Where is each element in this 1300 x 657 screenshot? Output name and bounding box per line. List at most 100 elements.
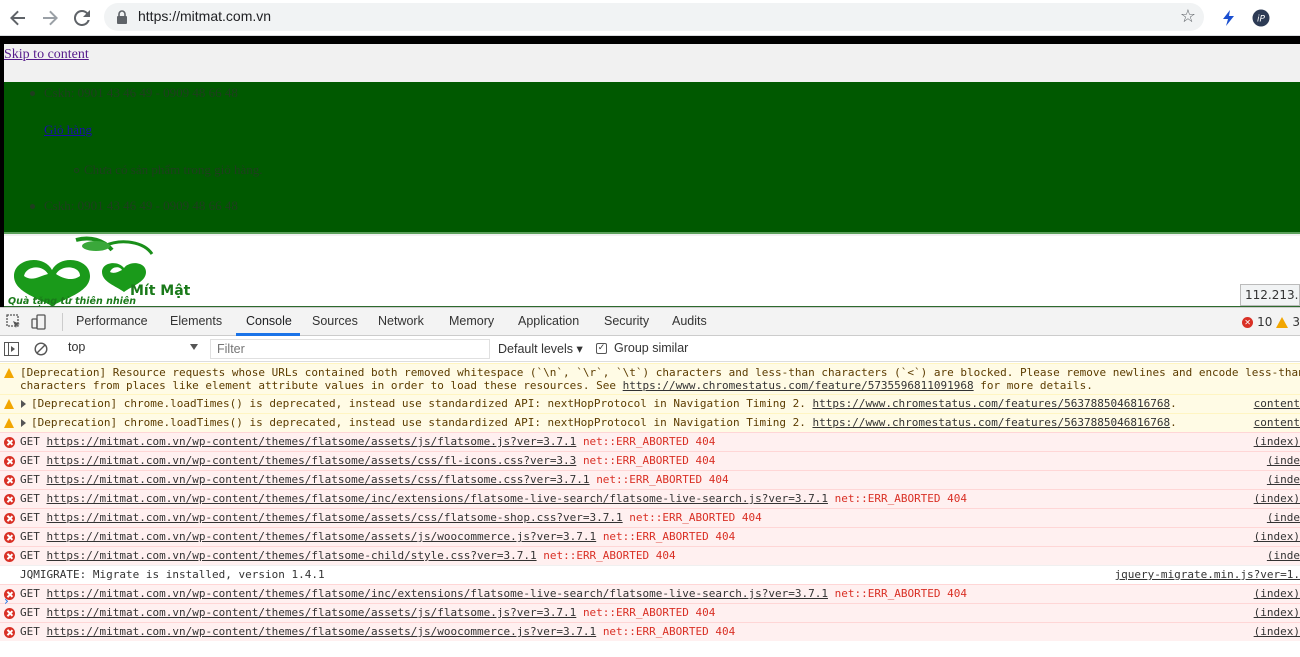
page-content: Skip to content Cskh: 0901 43 46 49 - 09… (4, 44, 1300, 307)
sidebar-toggle-icon[interactable] (4, 342, 19, 356)
console-source-link[interactable]: (index) (1247, 492, 1300, 505)
tab-memory[interactable]: Memory (449, 314, 494, 328)
console-error-status: net::ERR_ABORTED 404 (602, 625, 736, 638)
lock-icon (117, 10, 127, 24)
console-source-link[interactable]: (index) (1247, 606, 1300, 619)
console-request-url[interactable]: https://mitmat.com.vn/wp-content/themes/… (47, 625, 597, 638)
console-source-link[interactable]: (index) (1247, 530, 1300, 543)
console-message-link[interactable]: https://www.chromestatus.com/feature/573… (623, 379, 974, 392)
console-error-status: net::ERR_ABORTED 404 (543, 549, 676, 562)
log-levels-label: Default levels (498, 342, 574, 356)
error-icon (4, 437, 15, 448)
console-source-link[interactable]: (inde (1260, 454, 1300, 467)
device-toolbar-icon[interactable] (31, 314, 47, 330)
list-bullet (74, 168, 79, 173)
console-warning-row: [Deprecation] chrome.loadTimes() is depr… (0, 413, 1300, 432)
expand-triangle-icon[interactable] (21, 400, 26, 408)
console-message-text: GET https://mitmat.com.vn/wp-content/the… (20, 549, 676, 562)
console-source-link[interactable]: (inde (1260, 549, 1300, 562)
tab-network[interactable]: Network (378, 314, 424, 328)
console-message-text: [Deprecation] chrome.loadTimes() is depr… (31, 397, 1177, 410)
console-log-row: JQMIGRATE: Migrate is installed, version… (0, 565, 1300, 584)
console-message-text: GET https://mitmat.com.vn/wp-content/the… (20, 530, 736, 543)
console-filter-input[interactable] (210, 339, 490, 359)
error-icon (4, 551, 15, 562)
console-message-text: characters from places like element attr… (20, 379, 1093, 392)
lightning-extension-icon[interactable] (1219, 8, 1239, 28)
console-request-url[interactable]: https://mitmat.com.vn/wp-content/themes/… (47, 435, 577, 448)
console-source-link[interactable]: jquery-migrate.min.js?ver=1. (1108, 568, 1300, 581)
tab-elements[interactable]: Elements (170, 314, 222, 328)
expand-triangle-icon[interactable] (21, 419, 26, 427)
group-similar-checkbox[interactable]: ✓ (596, 343, 607, 354)
warning-icon (4, 368, 14, 378)
console-source-link[interactable]: (inde (1260, 473, 1300, 486)
bookmark-star-icon[interactable]: ☆ (1180, 6, 1196, 27)
warning-count: 3 (1292, 315, 1300, 329)
warning-icon (4, 418, 14, 428)
page-viewport: Skip to content Cskh: 0901 43 46 49 - 09… (0, 36, 1300, 307)
address-bar[interactable]: https://mitmat.com.vn ☆ (104, 3, 1204, 31)
console-request-url[interactable]: https://mitmat.com.vn/wp-content/themes/… (47, 492, 828, 505)
console-error-row: GET https://mitmat.com.vn/wp-content/the… (0, 508, 1300, 527)
clear-console-icon[interactable] (34, 342, 48, 356)
warning-icon (4, 399, 14, 409)
console-source-link[interactable]: (inde (1260, 511, 1300, 524)
skip-to-content-link[interactable]: Skip to content (4, 47, 89, 63)
console-source-link[interactable]: (index) (1247, 587, 1300, 600)
caret-down-icon (190, 344, 198, 350)
console-message-text: GET https://mitmat.com.vn/wp-content/the… (20, 625, 736, 638)
console-source-link[interactable]: (index) (1247, 435, 1300, 448)
back-button[interactable] (6, 6, 30, 30)
console-message-link[interactable]: https://www.chromestatus.com/features/56… (812, 416, 1170, 429)
console-message-text: GET https://mitmat.com.vn/wp-content/the… (20, 587, 968, 600)
console-request-url[interactable]: https://mitmat.com.vn/wp-content/themes/… (47, 606, 577, 619)
ip-address-badge: 112.213.89 (1240, 284, 1300, 306)
issue-counts[interactable]: ✕ 10 3 (1242, 315, 1300, 329)
inspect-element-icon[interactable] (6, 314, 22, 330)
error-icon (4, 532, 15, 543)
console-error-status: net::ERR_ABORTED 404 (582, 454, 716, 467)
console-error-status: net::ERR_ABORTED 404 (602, 530, 736, 543)
group-similar-label: Group similar (614, 341, 689, 355)
error-count-icon: ✕ (1242, 316, 1254, 328)
tab-performance[interactable]: Performance (76, 314, 148, 328)
error-icon (4, 456, 15, 467)
console-source-link[interactable]: content (1247, 397, 1300, 410)
tab-application[interactable]: Application (518, 314, 579, 328)
ip-extension-icon[interactable]: iP (1251, 8, 1271, 28)
console-error-status: net::ERR_ABORTED 404 (582, 435, 716, 448)
console-request-url[interactable]: https://mitmat.com.vn/wp-content/themes/… (47, 549, 537, 562)
error-icon (4, 475, 15, 486)
console-message-link[interactable]: https://www.chromestatus.com/features/56… (812, 397, 1170, 410)
console-message-text: [Deprecation] Resource requests whose UR… (20, 366, 1300, 379)
forward-button[interactable] (38, 6, 62, 30)
tab-sources[interactable]: Sources (312, 314, 358, 328)
console-request-url[interactable]: https://mitmat.com.vn/wp-content/themes/… (47, 511, 623, 524)
console-source-link[interactable]: content (1247, 416, 1300, 429)
svg-text:Mít Mật: Mít Mật (130, 283, 191, 299)
console-error-row: GET https://mitmat.com.vn/wp-content/the… (0, 432, 1300, 451)
cart-link[interactable]: Giỏ hàng (44, 122, 92, 138)
mitmat-logo[interactable]: Mít Mật Quà tặng từ thiên nhiên (4, 236, 209, 306)
context-value: top (68, 340, 86, 354)
console-error-row: GET https://mitmat.com.vn/wp-content/the… (0, 584, 1300, 603)
console-message-text: GET https://mitmat.com.vn/wp-content/the… (20, 492, 968, 505)
log-levels-dropdown[interactable]: Default levels ▾ (498, 341, 583, 356)
console-error-row: GET https://mitmat.com.vn/wp-content/the… (0, 470, 1300, 489)
console-error-row: GET https://mitmat.com.vn/wp-content/the… (0, 489, 1300, 508)
tab-console[interactable]: Console (246, 314, 292, 328)
console-request-url[interactable]: https://mitmat.com.vn/wp-content/themes/… (47, 530, 597, 543)
context-selector[interactable]: top (62, 340, 202, 358)
tab-audits[interactable]: Audits (672, 314, 707, 328)
console-message-text: [Deprecation] chrome.loadTimes() is depr… (31, 416, 1177, 429)
reload-button[interactable] (70, 6, 94, 30)
console-request-url[interactable]: https://mitmat.com.vn/wp-content/themes/… (47, 587, 828, 600)
console-request-url[interactable]: https://mitmat.com.vn/wp-content/themes/… (47, 473, 590, 486)
hotline-text-2: Cskh: 0901 43 46 49 - 0909 48 66 48 (44, 198, 238, 213)
console-source-link[interactable]: (index) (1247, 625, 1300, 638)
console-request-url[interactable]: https://mitmat.com.vn/wp-content/themes/… (47, 454, 577, 467)
tab-security[interactable]: Security (604, 314, 649, 328)
svg-text:iP: iP (1257, 15, 1266, 25)
console-prompt-icon[interactable]: › (4, 594, 9, 608)
